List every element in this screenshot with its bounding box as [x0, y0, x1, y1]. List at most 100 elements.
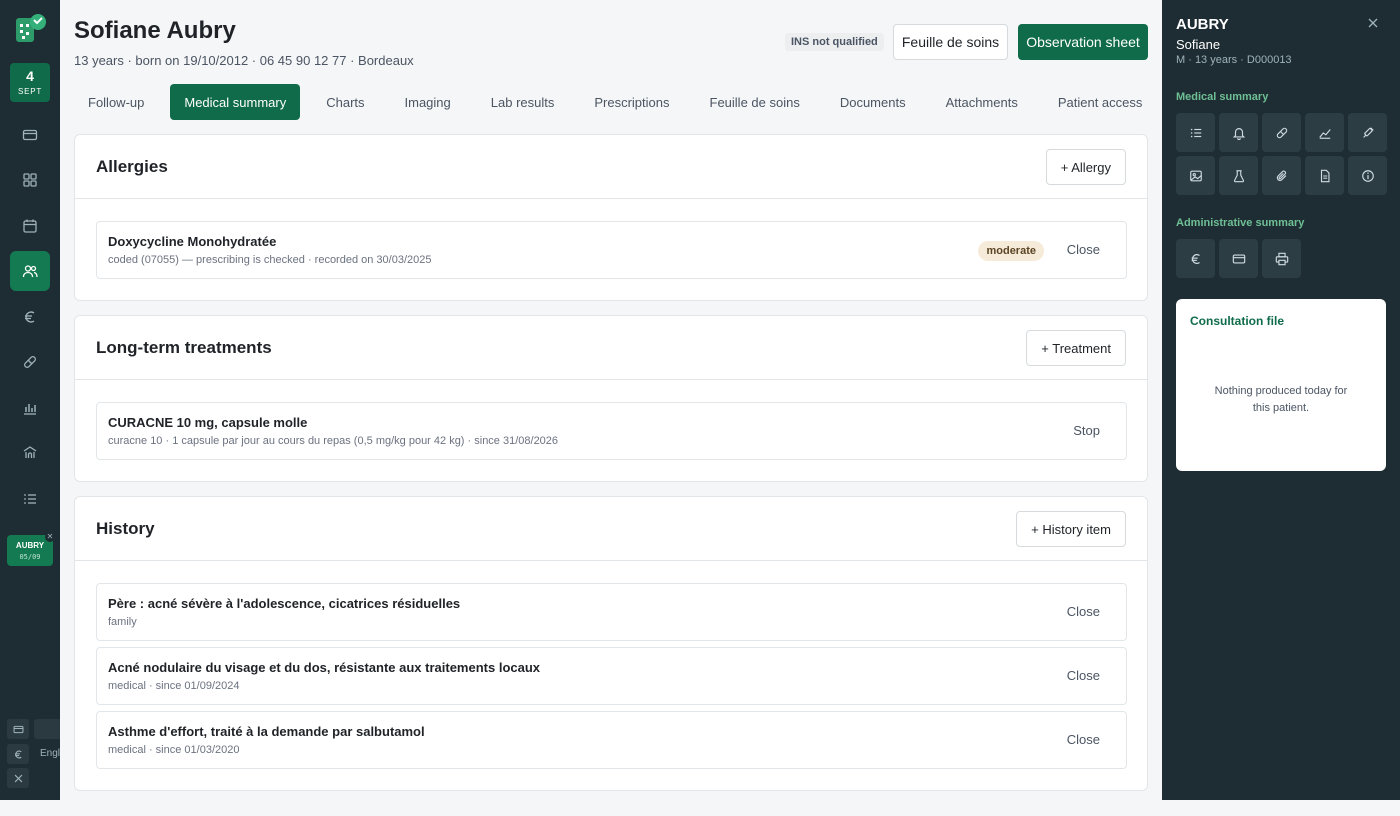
- history-card: History + History item Père : acné sévèr…: [74, 496, 1148, 791]
- panel-first-name: Sofiane: [1176, 37, 1221, 52]
- observation-sheet-button[interactable]: Observation sheet: [1018, 24, 1148, 60]
- paperclip-icon: [1276, 170, 1286, 181]
- printer-icon: [1275, 252, 1288, 265]
- treatment-detail: curacne 10 · 1 capsule par jour au cours…: [108, 435, 559, 447]
- close-history-button[interactable]: Close: [1067, 732, 1100, 747]
- add-allergy-button[interactable]: + Allergy: [1045, 149, 1126, 185]
- consultation-file-card: Consultation file Nothing produced today…: [1176, 299, 1386, 471]
- history-detail: medical · since 01/09/2024: [108, 680, 240, 692]
- info-shortcut-button[interactable]: [1348, 156, 1387, 195]
- consultation-file-title: Consultation file: [1190, 314, 1284, 328]
- calendar-icon: [23, 219, 37, 233]
- history-detail: medical · since 01/03/2020: [108, 744, 240, 756]
- euro-icon: [1191, 253, 1200, 264]
- rail-calendar-button[interactable]: [10, 206, 50, 246]
- card-icon: [13, 725, 23, 733]
- history-name: Acné nodulaire du visage et du dos, rési…: [108, 660, 541, 675]
- list-icon: [24, 494, 36, 504]
- treatment-name: CURACNE 10 mg, capsule molle: [108, 415, 308, 430]
- app-logo-icon[interactable]: [12, 12, 48, 48]
- imaging-shortcut-button[interactable]: [1176, 156, 1215, 195]
- flask-icon: [1233, 169, 1244, 182]
- documents-shortcut-button[interactable]: [1305, 156, 1344, 195]
- print-shortcut-button[interactable]: [1262, 239, 1301, 278]
- rail-billing-button[interactable]: [10, 115, 50, 155]
- lab-shortcut-button[interactable]: [1219, 156, 1258, 195]
- tab-documents[interactable]: Documents: [826, 84, 920, 120]
- card-shortcut-button[interactable]: [1219, 239, 1258, 278]
- history-header: History + History item: [75, 497, 1147, 561]
- close-allergy-button[interactable]: Close: [1067, 242, 1100, 257]
- list-item: Père : acné sévère à l'adolescence, cica…: [96, 583, 1127, 641]
- allergies-title: Allergies: [96, 157, 168, 176]
- add-history-item-button[interactable]: + History item: [1016, 511, 1126, 547]
- close-history-button[interactable]: Close: [1067, 604, 1100, 619]
- document-icon: [1320, 169, 1330, 182]
- date-day: 4: [26, 68, 34, 84]
- alerts-shortcut-button[interactable]: [1219, 113, 1258, 152]
- close-patient-tab-icon[interactable]: ✕: [45, 532, 55, 542]
- list-item: CURACNE 10 mg, capsule molle curacne 10 …: [96, 402, 1127, 460]
- fees-shortcut-button[interactable]: [1176, 239, 1215, 278]
- left-rail: 4 SEPT AUBRY 05/09 ✕ English: [0, 0, 60, 800]
- tab-medical-summary[interactable]: Medical summary: [170, 84, 301, 120]
- rail-lists-button[interactable]: [10, 479, 50, 519]
- history-title: History: [96, 519, 155, 538]
- language-label[interactable]: English: [40, 748, 60, 759]
- severity-badge: moderate: [978, 241, 1044, 261]
- list-item: Doxycycline Monohydratée coded (07055) —…: [96, 221, 1127, 279]
- open-patient-tab[interactable]: AUBRY 05/09 ✕: [7, 532, 55, 566]
- card-icon: [22, 129, 38, 141]
- bank-icon: [23, 446, 37, 458]
- users-icon: [22, 265, 38, 278]
- rail-practice-button[interactable]: [10, 433, 50, 473]
- page-title: Sofiane Aubry: [74, 17, 236, 44]
- feuille-de-soins-button[interactable]: Feuille de soins: [893, 24, 1008, 60]
- history-name: Père : acné sévère à l'adolescence, cica…: [108, 596, 461, 611]
- syringe-icon: [1362, 126, 1374, 138]
- panel-last-name: AUBRY: [1176, 16, 1229, 33]
- attachments-shortcut-button[interactable]: [1262, 156, 1301, 195]
- rail-small-field[interactable]: [34, 719, 60, 739]
- history-name: Asthme d'effort, traité à la demande par…: [108, 724, 425, 739]
- tab-feuille-de-soins[interactable]: Feuille de soins: [696, 84, 814, 120]
- administrative-summary-label: Administrative summary: [1176, 217, 1305, 229]
- bottom-strip: [0, 800, 1400, 816]
- rail-card-small-button[interactable]: [7, 719, 29, 739]
- administrative-shortcuts: [1176, 239, 1387, 278]
- rail-finance-button[interactable]: [10, 297, 50, 337]
- grid-icon: [23, 173, 37, 187]
- list-item: Acné nodulaire du visage et du dos, rési…: [96, 647, 1127, 705]
- tab-follow-up[interactable]: Follow-up: [74, 84, 158, 120]
- rail-statistics-button[interactable]: [10, 388, 50, 428]
- rail-patients-button[interactable]: [10, 251, 50, 291]
- pill-icon: [1276, 127, 1287, 138]
- close-panel-icon[interactable]: [1366, 16, 1380, 30]
- close-history-button[interactable]: Close: [1067, 668, 1100, 683]
- tab-prescriptions[interactable]: Prescriptions: [580, 84, 683, 120]
- main-content: Sofiane Aubry 13 years · born on 19/10/2…: [60, 0, 1162, 800]
- stop-treatment-button[interactable]: Stop: [1073, 423, 1100, 438]
- info-icon: [1361, 169, 1374, 182]
- tab-lab-results[interactable]: Lab results: [477, 84, 569, 120]
- consultation-empty-text: Nothing produced today for this patient.: [1214, 385, 1348, 414]
- tab-imaging[interactable]: Imaging: [391, 84, 465, 120]
- open-patient-date: 05/09: [19, 553, 41, 561]
- rail-prescriptions-button[interactable]: [10, 342, 50, 382]
- treatments-shortcut-button[interactable]: [1262, 113, 1301, 152]
- rail-currency-button[interactable]: [7, 744, 29, 764]
- add-treatment-button[interactable]: + Treatment: [1026, 330, 1126, 366]
- history-shortcut-button[interactable]: [1176, 113, 1215, 152]
- card-icon: [1232, 253, 1245, 264]
- rail-close-button[interactable]: [7, 768, 29, 788]
- image-icon: [1189, 170, 1202, 181]
- rail-dashboard-button[interactable]: [10, 160, 50, 200]
- today-date-badge[interactable]: 4 SEPT: [10, 63, 50, 102]
- tab-patient-access[interactable]: Patient access: [1044, 84, 1157, 120]
- treatments-card: Long-term treatments + Treatment CURACNE…: [74, 315, 1148, 482]
- tab-attachments[interactable]: Attachments: [932, 84, 1032, 120]
- history-detail: family: [108, 616, 137, 628]
- tab-charts[interactable]: Charts: [312, 84, 378, 120]
- charts-shortcut-button[interactable]: [1305, 113, 1344, 152]
- vaccines-shortcut-button[interactable]: [1348, 113, 1387, 152]
